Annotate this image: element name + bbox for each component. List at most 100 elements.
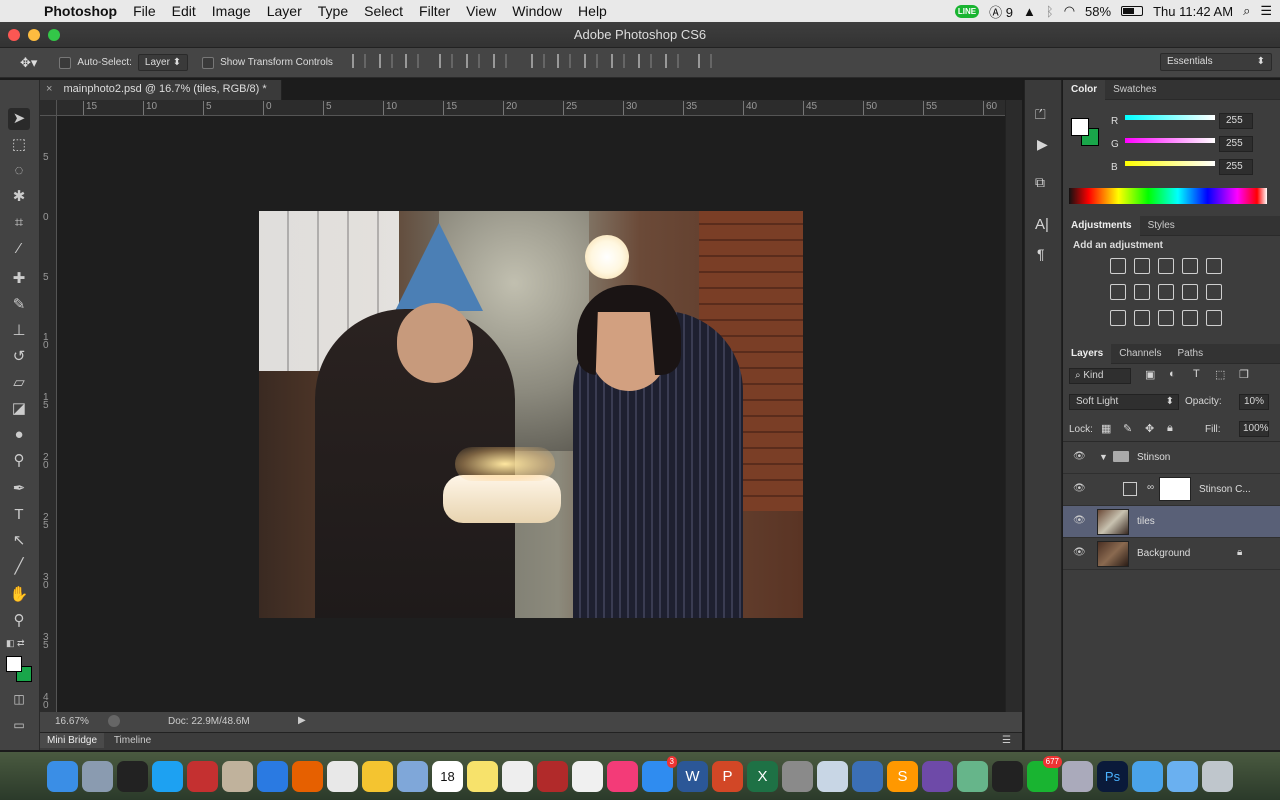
color-fg-swatch[interactable] — [1071, 118, 1089, 136]
link-icon[interactable]: ∞ — [1147, 482, 1154, 493]
paragraph-icon[interactable]: ¶ — [1037, 246, 1045, 262]
menu-edit[interactable]: Edit — [164, 3, 204, 19]
align-top-icon[interactable] — [351, 54, 366, 68]
brightness-contrast-icon[interactable] — [1110, 258, 1126, 274]
adobe-icon[interactable]: Ⓐ 9 — [989, 2, 1013, 21]
dock-tips-icon[interactable] — [362, 760, 393, 792]
dock-app-store-icon[interactable]: 3 — [642, 755, 677, 792]
blur-tool-icon[interactable]: ● — [8, 424, 30, 446]
dock-preview-icon[interactable] — [222, 760, 253, 792]
tab-styles[interactable]: Styles — [1140, 216, 1183, 236]
tab-paths[interactable]: Paths — [1170, 344, 1212, 364]
dock-finder-icon[interactable] — [47, 760, 78, 792]
black-white-icon[interactable] — [1158, 284, 1174, 300]
spotlight-icon[interactable]: ⌕ — [1243, 3, 1250, 19]
default-colors-icon[interactable]: ◧ ⇄ — [6, 638, 25, 649]
line-tool-icon[interactable]: ╱ — [8, 556, 30, 578]
distribute-right-icon[interactable] — [664, 54, 679, 68]
slider-g-track[interactable] — [1125, 138, 1215, 143]
slider-r-value[interactable]: 255 — [1219, 113, 1253, 129]
lasso-tool-icon[interactable]: ◌ — [8, 160, 30, 182]
dock-system-preferences-icon[interactable] — [782, 760, 813, 792]
menu-file[interactable]: File — [125, 3, 164, 19]
history-brush-tool-icon[interactable]: ↺ — [8, 346, 30, 368]
workspace-dropdown[interactable]: Essentials ⬍ — [1160, 53, 1272, 71]
eyedropper-tool-icon[interactable]: ⁄ — [8, 238, 30, 260]
dock-launchpad-icon[interactable] — [82, 760, 113, 792]
align-left-icon[interactable] — [439, 54, 454, 68]
lock-position-icon[interactable]: ✥ — [1145, 422, 1154, 435]
distribute-bottom-icon[interactable] — [584, 54, 599, 68]
zoom-window-button[interactable] — [48, 29, 60, 41]
dock-photoshop-icon[interactable]: Ps — [1097, 760, 1128, 792]
visibility-eye-icon[interactable]: 👁︎ — [1073, 483, 1086, 494]
vertical-ruler[interactable]: 5 0 5 1 0 1 5 2 0 2 5 3 0 3 5 4 0 — [40, 116, 57, 712]
battery-status[interactable]: 58% — [1085, 4, 1111, 19]
menu-select[interactable]: Select — [356, 3, 411, 19]
lock-transparent-icon[interactable]: ▦ — [1101, 422, 1111, 435]
filter-type-icon[interactable]: T — [1193, 368, 1200, 380]
dock-reminders-icon[interactable] — [502, 760, 533, 792]
close-window-button[interactable] — [8, 29, 20, 41]
brush-tool-icon[interactable]: ✎ — [8, 294, 30, 316]
zoom-tool-icon[interactable]: ⚲ — [8, 610, 30, 632]
curves-icon[interactable] — [1158, 258, 1174, 274]
type-tool-icon[interactable]: T — [8, 504, 30, 526]
tab-adjustments[interactable]: Adjustments — [1063, 215, 1140, 236]
hand-tool-icon[interactable]: ✋ — [8, 584, 30, 606]
selective-color-icon[interactable] — [1182, 310, 1198, 326]
move-tool-icon[interactable]: ➤ — [8, 108, 30, 130]
dock-photo-booth-icon[interactable] — [537, 760, 568, 792]
dock-notes-icon[interactable] — [467, 760, 498, 792]
layer-mask-thumbnail[interactable] — [1159, 477, 1191, 501]
drive-icon[interactable]: ▲ — [1023, 4, 1036, 19]
dock-itunes-icon[interactable] — [607, 760, 638, 792]
color-spectrum[interactable] — [1069, 188, 1267, 204]
export-icon[interactable] — [108, 715, 120, 727]
slider-r-track[interactable] — [1125, 115, 1215, 120]
dock-mail-icon[interactable] — [397, 760, 428, 792]
filter-pixel-icon[interactable]: ▣ — [1145, 368, 1155, 381]
dock-line-icon[interactable]: 677 — [1027, 755, 1062, 792]
character-icon[interactable]: A| — [1035, 216, 1049, 233]
dock-image-capture-icon[interactable] — [1062, 760, 1093, 792]
auto-select-dropdown[interactable]: Layer ⬍ — [137, 54, 189, 71]
dock-photos-icon[interactable] — [572, 760, 603, 792]
channel-mixer-icon[interactable] — [1206, 284, 1222, 300]
layer-row-tiles[interactable]: 👁︎ tiles — [1063, 506, 1280, 538]
layer-row-background[interactable]: 👁︎ Background 🔒︎ — [1063, 538, 1280, 570]
panel-menu-icon[interactable]: ☰ — [995, 733, 1018, 748]
distribute-left-icon[interactable] — [610, 54, 625, 68]
filter-shape-icon[interactable]: ⬚ — [1215, 368, 1225, 381]
dock-github-icon[interactable] — [922, 760, 953, 792]
dock-twitter-icon[interactable] — [152, 760, 183, 792]
minimize-window-button[interactable] — [28, 29, 40, 41]
horizontal-ruler[interactable]: 15 10 5 0 5 10 15 20 25 30 35 40 45 50 55 60 — [57, 100, 1005, 116]
posterize-icon[interactable] — [1134, 310, 1150, 326]
show-transform-checkbox[interactable] — [202, 56, 215, 69]
dodge-tool-icon[interactable]: ⚲ — [8, 450, 30, 472]
foreground-color-swatch[interactable] — [6, 656, 22, 672]
gradient-map-icon[interactable] — [1206, 310, 1222, 326]
tab-timeline[interactable]: Timeline — [107, 733, 158, 748]
visibility-eye-icon[interactable]: 👁︎ — [1073, 515, 1086, 526]
menu-filter[interactable]: Filter — [411, 3, 458, 19]
group-disclosure-icon[interactable]: ▼ — [1099, 452, 1108, 462]
distribute-hcenter-icon[interactable] — [637, 54, 652, 68]
align-vcenter-icon[interactable] — [378, 54, 393, 68]
actions-icon[interactable]: ▶ — [1037, 136, 1048, 153]
fill-input[interactable]: 100% — [1239, 421, 1269, 437]
tab-swatches[interactable]: Swatches — [1105, 80, 1164, 100]
healing-brush-tool-icon[interactable]: ✚ — [8, 268, 30, 290]
slider-b-track[interactable] — [1125, 161, 1215, 166]
wifi-icon[interactable]: ◠ — [1064, 3, 1075, 19]
dock-trash-icon[interactable] — [1202, 760, 1233, 792]
history-icon[interactable]: ⏍ — [1035, 106, 1046, 123]
ruler-origin[interactable] — [40, 100, 57, 116]
layer-kind-dropdown[interactable]: ⌕ Kind — [1069, 368, 1131, 384]
menu-help[interactable]: Help — [570, 3, 615, 19]
zoom-level[interactable]: 16.67% — [55, 716, 89, 727]
layer-thumbnail[interactable] — [1097, 509, 1129, 535]
blend-mode-dropdown[interactable]: Soft Light ⬍ — [1069, 394, 1179, 410]
line-icon[interactable]: LINE — [954, 4, 980, 18]
